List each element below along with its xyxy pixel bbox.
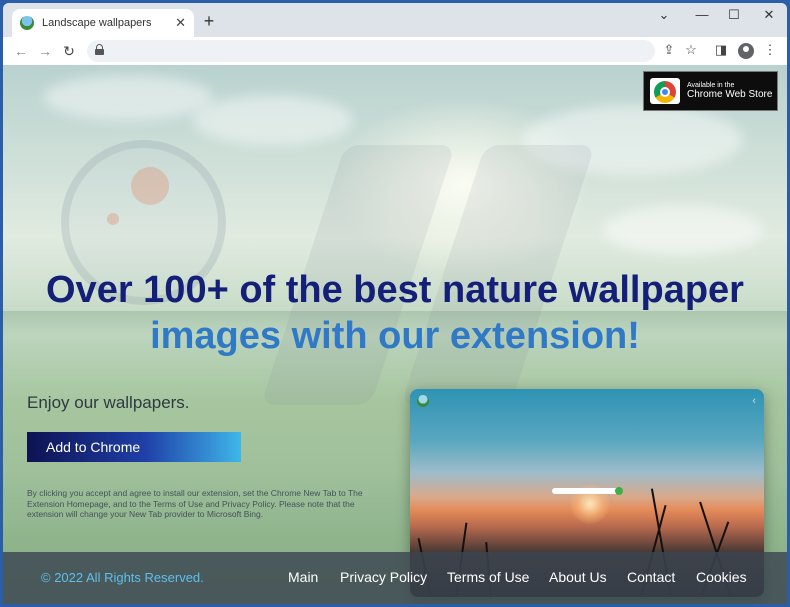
headline-line1: Over 100+ of the best nature wallpaper (46, 269, 744, 311)
chrome-logo-icon (650, 78, 680, 104)
badge-title: Chrome Web Store (687, 89, 773, 101)
lock-icon[interactable] (95, 44, 104, 55)
page-viewport: Available in the Chrome Web Store Over 1… (3, 65, 787, 604)
headline-line2: images with our extension! (150, 315, 640, 357)
copyright-text: © 2022 All Rights Reserved. (41, 570, 204, 585)
preview-logo-icon (417, 395, 429, 407)
cloud (43, 75, 213, 120)
tab-strip: Landscape wallpapers ✕ + ⌄ — ☐ ✕ (3, 3, 787, 37)
side-panel-icon[interactable]: ◨ (711, 42, 731, 58)
disclaimer-text: By clicking you accept and agree to inst… (27, 488, 363, 519)
preview-search-icon (615, 487, 623, 495)
cloud (193, 95, 353, 145)
footer-link-privacy-policy[interactable]: Privacy Policy (340, 569, 427, 585)
page-footer: © 2022 All Rights Reserved. Main Privacy… (3, 552, 787, 604)
maximize-button[interactable]: ☐ (719, 7, 749, 23)
address-bar[interactable] (87, 40, 655, 62)
menu-icon[interactable]: ⋮ (760, 42, 780, 58)
add-to-chrome-button[interactable]: Add to Chrome (27, 432, 241, 462)
watermark-dot (131, 167, 169, 205)
close-window-button[interactable]: ✕ (754, 7, 784, 23)
profile-avatar-icon[interactable] (738, 43, 754, 59)
minimize-button[interactable]: — (687, 7, 717, 22)
tab-close-icon[interactable]: ✕ (175, 15, 186, 31)
back-icon[interactable]: ← (9, 43, 33, 59)
chrome-web-store-badge[interactable]: Available in the Chrome Web Store (643, 71, 778, 111)
footer-link-contact[interactable]: Contact (627, 569, 675, 585)
footer-link-main[interactable]: Main (288, 569, 318, 585)
badge-caption: Available in the (687, 81, 735, 89)
preview-arrow-icon: ‹ (752, 395, 756, 407)
preview-search-bar (552, 488, 620, 494)
new-tab-button[interactable]: + (199, 11, 219, 32)
footer-link-about-us[interactable]: About Us (549, 569, 607, 585)
footer-link-cookies[interactable]: Cookies (696, 569, 747, 585)
tab-search-icon[interactable]: ⌄ (649, 7, 679, 23)
tab-landscape-wallpapers[interactable]: Landscape wallpapers ✕ (12, 9, 194, 37)
cloud (603, 205, 763, 255)
forward-icon[interactable]: → (33, 43, 57, 59)
share-icon[interactable]: ⇪ (659, 42, 679, 58)
bookmark-star-icon[interactable]: ☆ (681, 42, 701, 58)
footer-link-terms-of-use[interactable]: Terms of Use (447, 569, 529, 585)
tab-favicon-icon (20, 16, 34, 30)
reload-icon[interactable]: ↻ (57, 43, 81, 60)
subtitle: Enjoy our wallpapers. (27, 393, 190, 412)
browser-toolbar: ← → ↻ ⇪ ☆ ◨ ⋮ (3, 37, 787, 65)
browser-window: Landscape wallpapers ✕ + ⌄ — ☐ ✕ ← → ↻ ⇪… (3, 3, 787, 604)
watermark-dot (107, 213, 119, 225)
tab-title: Landscape wallpapers (42, 17, 152, 29)
